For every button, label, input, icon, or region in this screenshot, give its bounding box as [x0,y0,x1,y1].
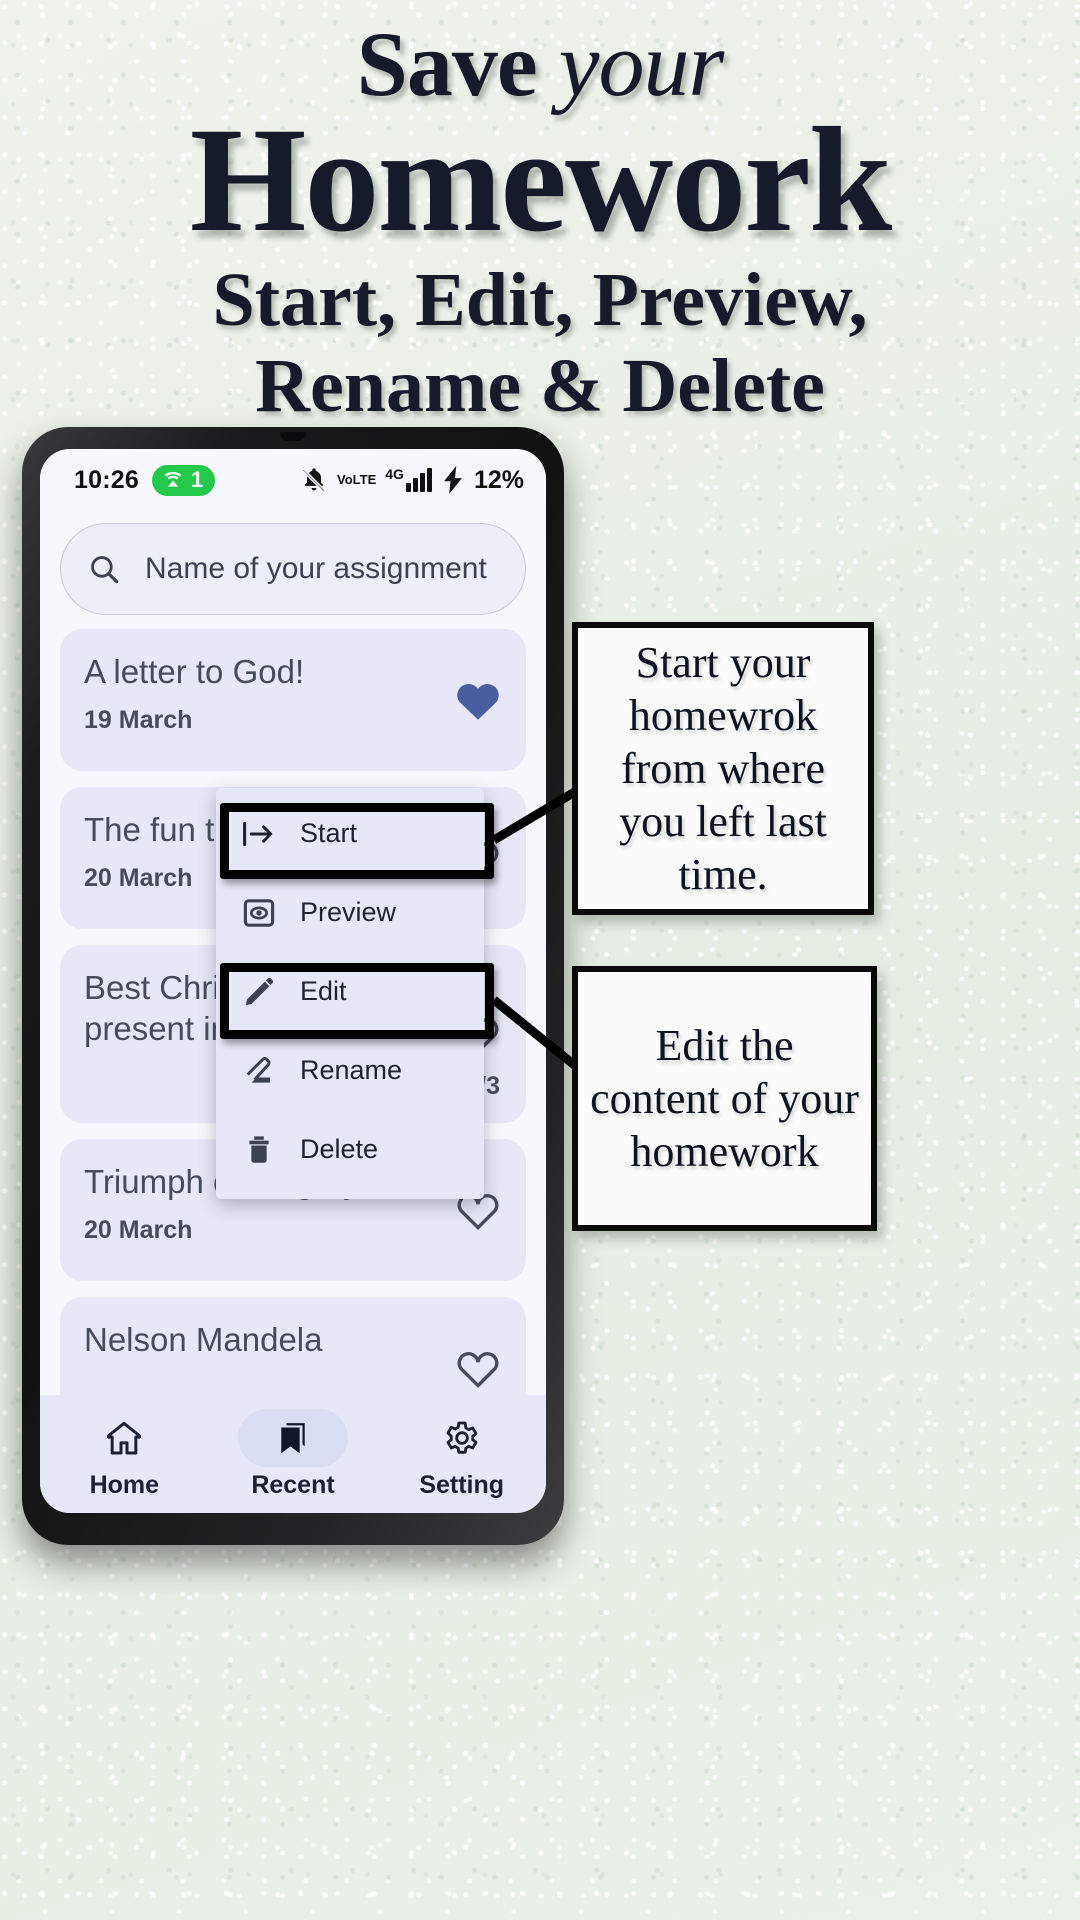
bottom-navigation: Home Recent Setting [40,1395,546,1513]
menu-item-rename[interactable]: Rename [216,1031,484,1110]
search-bar[interactable] [60,523,526,615]
nav-item-recent[interactable]: Recent [209,1408,378,1500]
nav-item-setting[interactable]: Setting [377,1409,546,1500]
start-arrow-icon [240,820,278,848]
network-type-label: 4G [385,466,404,482]
headline-line-3: Start, Edit, Preview, [212,258,868,342]
promo-headline: Save your Homework Start, Edit, Preview,… [0,0,1080,428]
nav-label-setting: Setting [419,1470,505,1499]
wifi-tethering-icon [161,470,185,490]
headline-line-2: Homework [189,97,893,263]
heart-outline-icon[interactable] [454,1347,502,1391]
assignment-card-body: Nelson Mandela [84,1319,442,1360]
bookmarks-icon [238,1408,348,1467]
menu-item-start[interactable]: Start [216,794,484,873]
menu-label-rename: Rename [300,1055,403,1085]
headline-line-4: Rename & Delete [255,344,825,428]
assignment-card-body: A letter to God! 19 March [84,651,442,735]
callout-start-text: Start your homewrok from where you left … [619,638,827,899]
menu-label-preview: Preview [300,897,397,927]
battery-percent: 12% [473,465,524,494]
heart-filled-icon[interactable] [454,679,502,723]
assignment-title: Nelson Mandela [84,1321,323,1358]
menu-label-edit: Edit [300,976,347,1006]
signal-bars-icon [405,468,432,492]
assignment-title: A letter to God! [84,653,305,690]
context-menu: Start Preview Edit Rename Delete [216,788,484,1199]
menu-label-start: Start [300,818,358,848]
eye-box-icon [240,896,278,930]
menu-item-preview[interactable]: Preview [216,873,484,952]
hotspot-indicator: 1 [151,464,216,496]
bell-off-icon [300,466,328,494]
menu-item-edit[interactable]: Edit [216,952,484,1031]
status-right-cluster: Vo LTE 4G 12% [300,466,524,495]
volte-bottom: LTE [352,472,377,487]
rename-pencil-icon [240,1054,278,1088]
menu-label-delete: Delete [300,1134,379,1164]
assignment-date: 20 March [84,1216,193,1244]
status-bar: 10:26 1 Vo LTE 4G 12% [40,449,546,511]
pencil-icon [240,975,278,1009]
volte-top: Vo [337,472,353,487]
home-icon [69,1409,179,1467]
assignment-date: 19 March [84,706,193,734]
bolt-icon [441,466,465,494]
search-icon [87,552,121,586]
callout-edit: Edit the content of your homework [572,966,877,1231]
nav-item-home[interactable]: Home [40,1409,209,1500]
volte-indicator: Vo LTE [337,472,377,487]
hotspot-count: 1 [190,466,204,492]
network-indicator: 4G [385,466,432,492]
phone-camera-notch [280,432,306,441]
assignment-card[interactable]: A letter to God! 19 March [60,629,526,771]
callout-edit-text: Edit the content of your homework [590,1021,859,1176]
menu-item-delete[interactable]: Delete [216,1110,484,1189]
callout-start: Start your homewrok from where you left … [572,622,874,915]
status-time: 10:26 [74,465,139,494]
nav-label-recent: Recent [251,1470,335,1499]
gear-icon [407,1409,517,1467]
trash-icon [240,1133,278,1167]
search-input[interactable] [145,552,499,586]
nav-label-home: Home [89,1470,160,1499]
